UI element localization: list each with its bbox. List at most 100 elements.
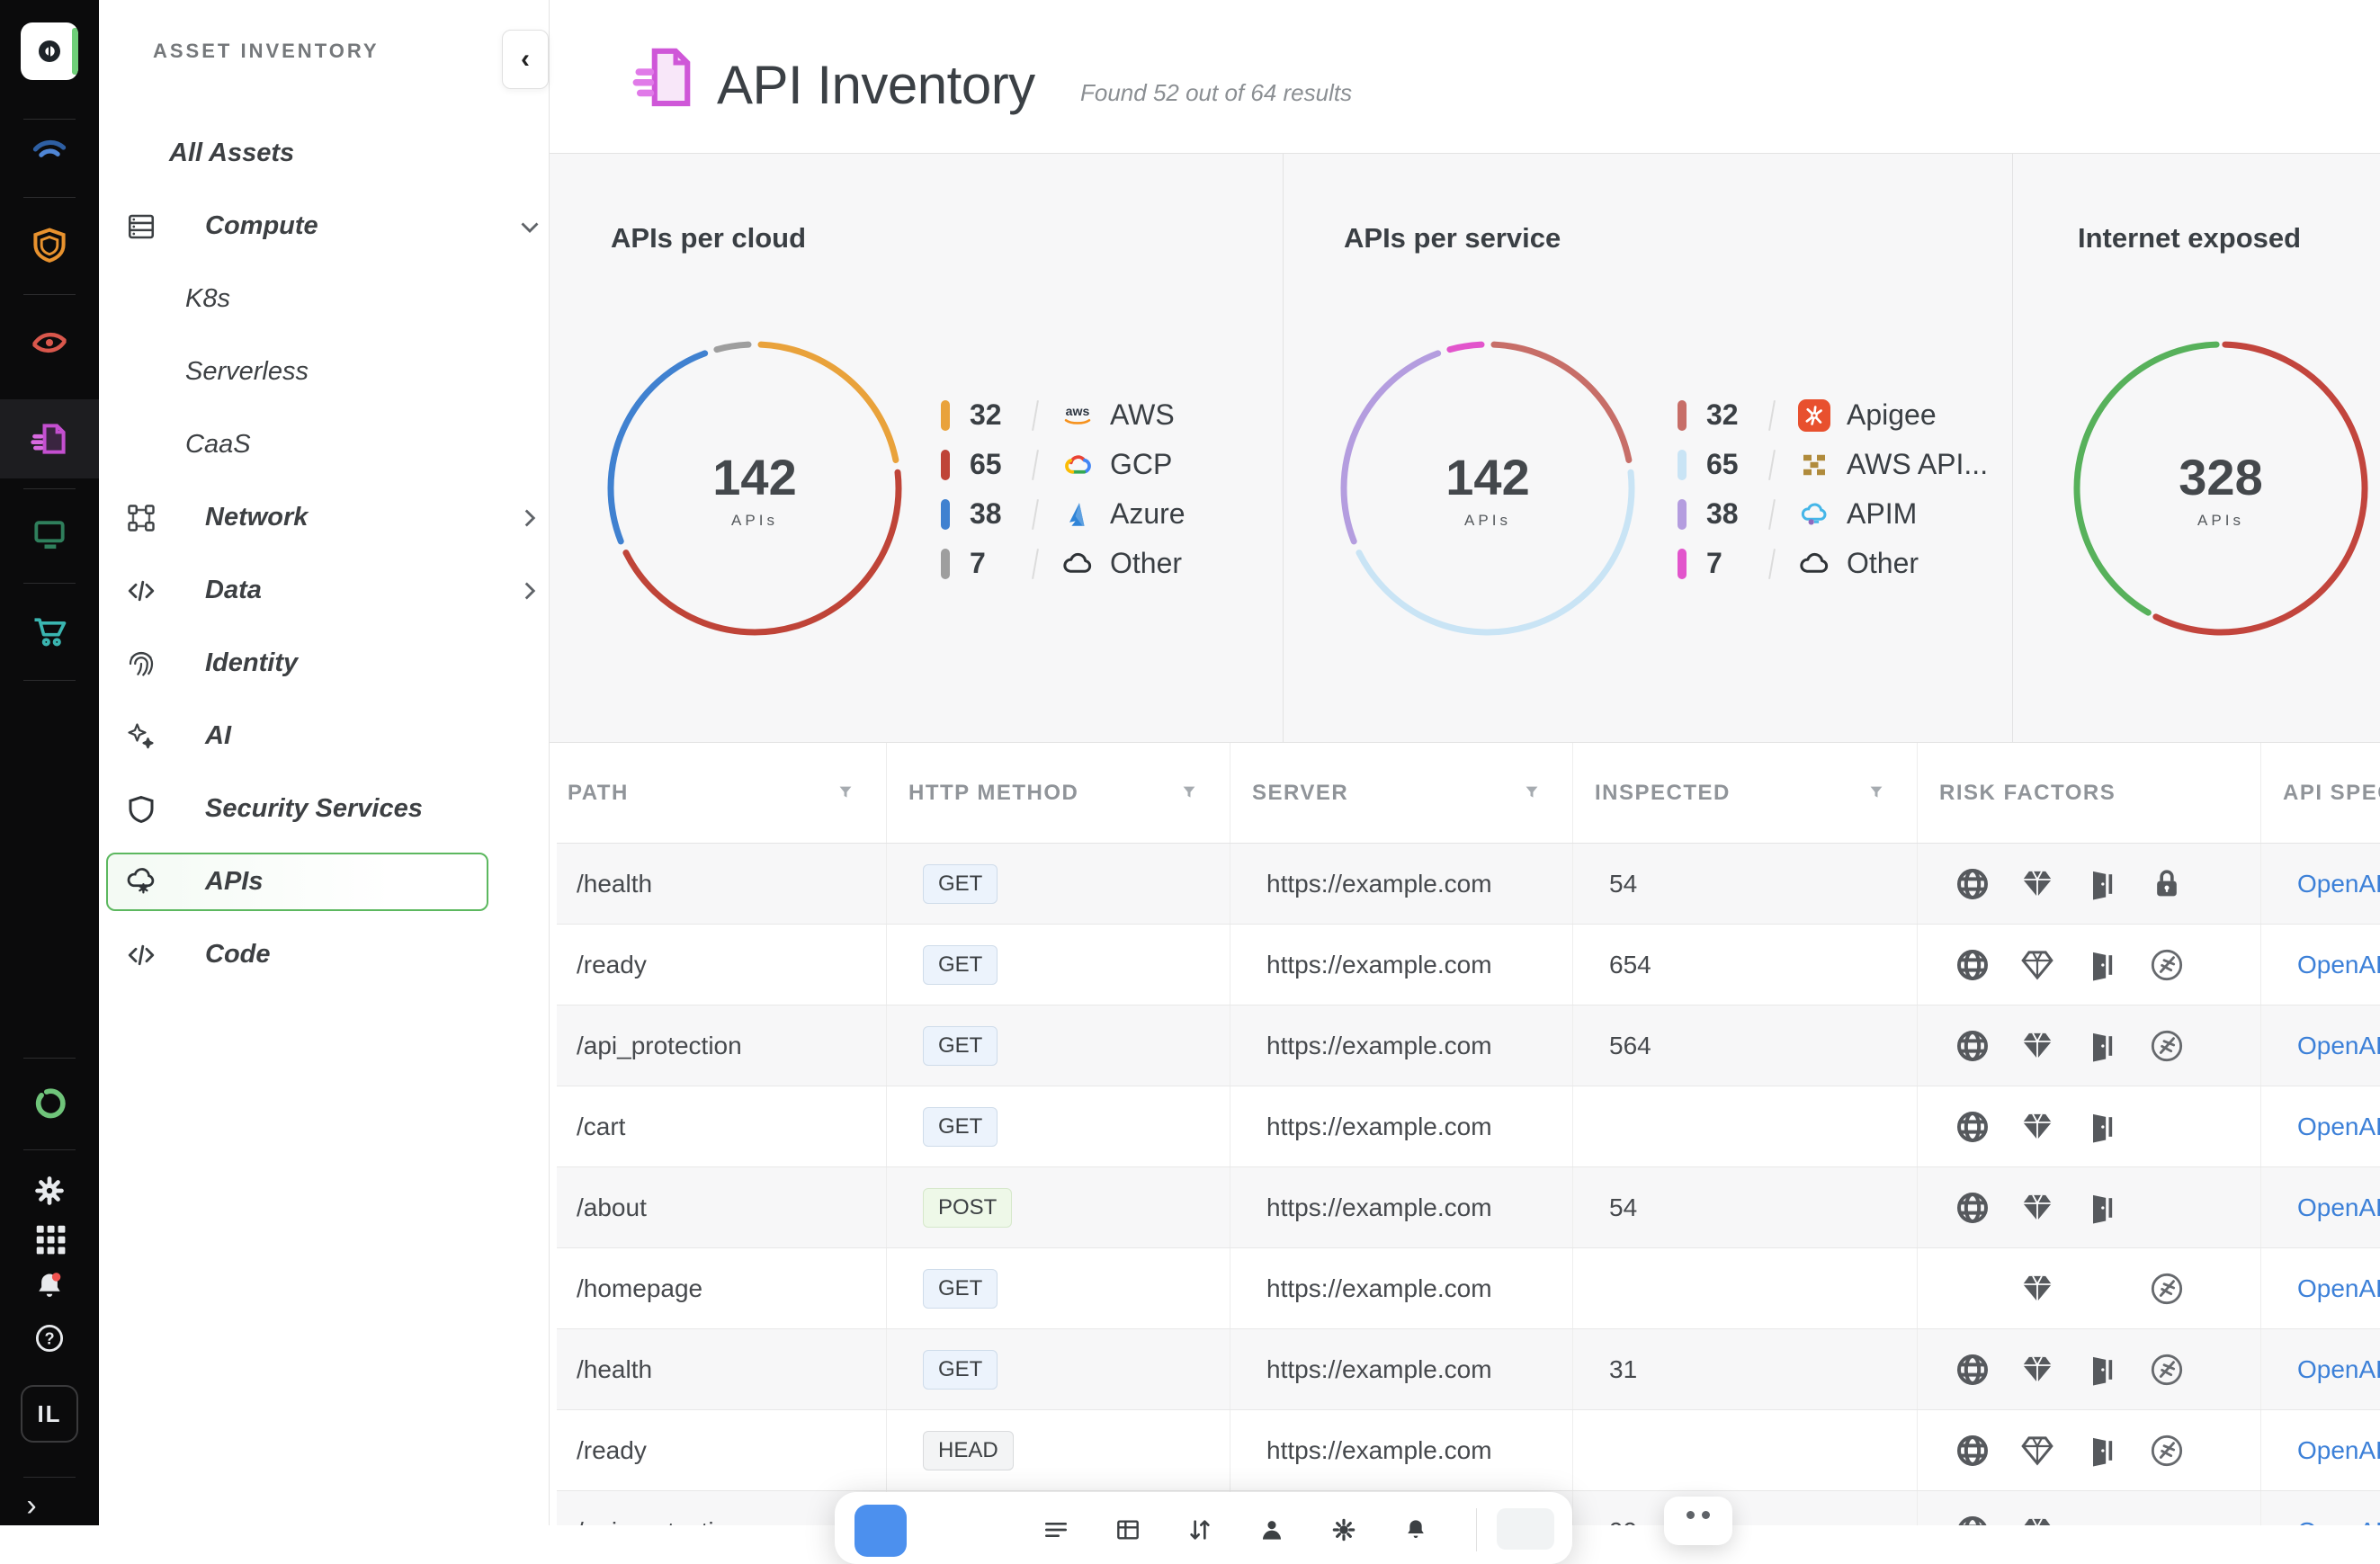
rail-item-api-doc-icon[interactable]	[0, 400, 99, 478]
api-spec-link[interactable]: OpenAPI	[2297, 870, 2380, 898]
diamond-risk-icon[interactable]	[2018, 1108, 2056, 1146]
table-row[interactable]: /cartGEThttps://example.comOpenAPI	[557, 1086, 2380, 1167]
user-initials-button[interactable]: IL	[21, 1385, 78, 1443]
door-risk-icon[interactable]	[2083, 1108, 2121, 1146]
globe-risk-icon[interactable]	[1955, 1109, 1991, 1145]
column-header-server[interactable]: SERVER	[1230, 743, 1572, 843]
chevron-right-icon[interactable]	[514, 576, 545, 606]
cell-api-spec[interactable]: OpenAPI	[2260, 1491, 2380, 1525]
diamond-open-risk-icon[interactable]	[2019, 1433, 2055, 1469]
table-row[interactable]: /healthGEThttps://example.com54OpenAPI	[557, 844, 2380, 925]
diamond-risk-icon[interactable]	[2019, 1109, 2055, 1145]
door-risk-icon[interactable]	[2084, 1028, 2120, 1064]
diamond-risk-icon[interactable]	[2019, 1514, 2055, 1526]
globe-risk-icon[interactable]	[1954, 1189, 1991, 1227]
diamond-risk-icon[interactable]	[2018, 1351, 2056, 1389]
sidebar-item-data[interactable]: Data	[99, 554, 550, 627]
cell-api-spec[interactable]: OpenAPI	[2260, 844, 2380, 924]
toolbar-primary-button[interactable]	[854, 1505, 907, 1557]
filter-funnel-icon[interactable]	[1179, 783, 1199, 803]
bell-sm-icon[interactable]	[1401, 1515, 1430, 1544]
menu-lines-icon[interactable]	[1042, 1515, 1070, 1544]
rail-item-cart-icon[interactable]	[0, 593, 99, 670]
door-risk-icon[interactable]	[2083, 1189, 2121, 1227]
cell-api-spec[interactable]: OpenAPI	[2260, 925, 2380, 1005]
sidebar-item-code[interactable]: Code	[99, 918, 550, 991]
diamond-risk-icon[interactable]	[2019, 1190, 2055, 1226]
owasp-risk-icon[interactable]	[2149, 1271, 2185, 1307]
globe-risk-icon[interactable]	[1955, 1433, 1991, 1469]
cell-api-spec[interactable]: OpenAPI	[2260, 1167, 2380, 1247]
column-header-http-method[interactable]: HTTP METHOD	[886, 743, 1230, 843]
sidebar-item-all-assets[interactable]: All Assets	[99, 117, 550, 190]
door-risk-icon[interactable]	[2084, 1352, 2120, 1388]
owasp-risk-icon[interactable]	[2148, 1432, 2186, 1470]
rail-item-wifi-icon[interactable]	[0, 110, 99, 187]
floating-mini-button[interactable]	[1664, 1497, 1732, 1545]
product-logo[interactable]	[21, 22, 78, 80]
globe-risk-icon[interactable]	[1955, 947, 1991, 983]
owasp-risk-icon[interactable]	[2149, 1352, 2185, 1388]
diamond-risk-icon[interactable]	[2018, 1270, 2056, 1308]
diamond-risk-icon[interactable]	[2019, 1271, 2055, 1307]
cell-api-spec[interactable]: OpenAPI	[2260, 1329, 2380, 1409]
diamond-risk-icon[interactable]	[2018, 865, 2056, 903]
gear-sm-icon[interactable]	[1329, 1515, 1358, 1544]
chevron-down-icon[interactable]	[514, 211, 545, 242]
diamond-open-risk-icon[interactable]	[2018, 946, 2056, 984]
globe-risk-icon[interactable]	[1955, 1514, 1991, 1526]
door-risk-icon[interactable]	[2084, 1109, 2120, 1145]
diamond-risk-icon[interactable]	[2018, 1189, 2056, 1227]
rail-item-bell-icon[interactable]	[0, 1257, 99, 1315]
api-spec-link[interactable]: OpenAPI	[2297, 1355, 2380, 1384]
sidebar-item-security-services[interactable]: Security Services	[99, 773, 550, 845]
sort-arrows-icon[interactable]	[1186, 1515, 1214, 1544]
diamond-open-risk-icon[interactable]	[2019, 947, 2055, 983]
table-row[interactable]: /aboutPOSThttps://example.com54OpenAPI	[557, 1167, 2380, 1248]
sidebar-collapse-button[interactable]: ‹	[502, 30, 549, 89]
sidebar-item-network[interactable]: Network	[99, 481, 550, 554]
sidebar-item-ai[interactable]: AI	[99, 700, 550, 773]
owasp-risk-icon[interactable]	[2148, 1027, 2186, 1065]
api-spec-link[interactable]: OpenAPI	[2297, 1436, 2380, 1465]
sidebar-item-compute[interactable]: Compute	[99, 190, 550, 263]
chevron-right-icon[interactable]	[514, 503, 545, 533]
globe-risk-icon[interactable]	[1954, 1351, 1991, 1389]
cell-api-spec[interactable]: OpenAPI	[2260, 1248, 2380, 1328]
api-spec-link[interactable]: OpenAPI	[2297, 1113, 2380, 1141]
door-risk-icon[interactable]	[2084, 866, 2120, 902]
door-risk-icon[interactable]	[2083, 1027, 2121, 1065]
table-row[interactable]: /readyGEThttps://example.com654OpenAPI	[557, 925, 2380, 1005]
diamond-risk-icon[interactable]	[2018, 1027, 2056, 1065]
globe-risk-icon[interactable]	[1954, 1432, 1991, 1470]
toolbar-secondary-button[interactable]	[1497, 1508, 1554, 1550]
door-risk-icon[interactable]	[2084, 1433, 2120, 1469]
globe-risk-icon[interactable]	[1954, 1108, 1991, 1146]
diamond-risk-icon[interactable]	[2019, 866, 2055, 902]
sidebar-item-caas[interactable]: CaaS	[99, 408, 550, 481]
globe-risk-icon[interactable]	[1954, 946, 1991, 984]
rail-item-monitor-icon[interactable]	[0, 496, 99, 573]
sidebar-item-apis[interactable]: APIs	[99, 845, 550, 918]
door-risk-icon[interactable]	[2084, 947, 2120, 983]
rail-item-open-ring-icon[interactable]	[0, 1075, 99, 1132]
cell-api-spec[interactable]: OpenAPI	[2260, 1005, 2380, 1086]
owasp-risk-icon[interactable]	[2148, 1270, 2186, 1308]
filter-funnel-icon[interactable]	[1522, 783, 1542, 803]
column-header-path[interactable]: PATH	[557, 743, 886, 843]
api-spec-link[interactable]: OpenAPI	[2297, 1193, 2380, 1222]
table-grid-icon[interactable]	[1114, 1515, 1142, 1544]
table-row[interactable]: /homepageGEThttps://example.comOpenAPI	[557, 1248, 2380, 1329]
api-spec-link[interactable]: OpenAPI	[2297, 1517, 2380, 1526]
rail-expand-chevron-icon[interactable]: ›	[0, 1486, 63, 1525]
lock-risk-icon[interactable]	[2149, 866, 2185, 902]
globe-risk-icon[interactable]	[1954, 1513, 1991, 1526]
lock-risk-icon[interactable]	[2148, 865, 2186, 903]
owasp-risk-icon[interactable]	[2149, 947, 2185, 983]
filter-funnel-icon[interactable]	[836, 783, 855, 803]
globe-risk-icon[interactable]	[1954, 865, 1991, 903]
api-spec-link[interactable]: OpenAPI	[2297, 1274, 2380, 1303]
globe-risk-icon[interactable]	[1955, 1028, 1991, 1064]
owasp-risk-icon[interactable]	[2148, 946, 2186, 984]
sidebar-item-identity[interactable]: Identity	[99, 627, 550, 700]
